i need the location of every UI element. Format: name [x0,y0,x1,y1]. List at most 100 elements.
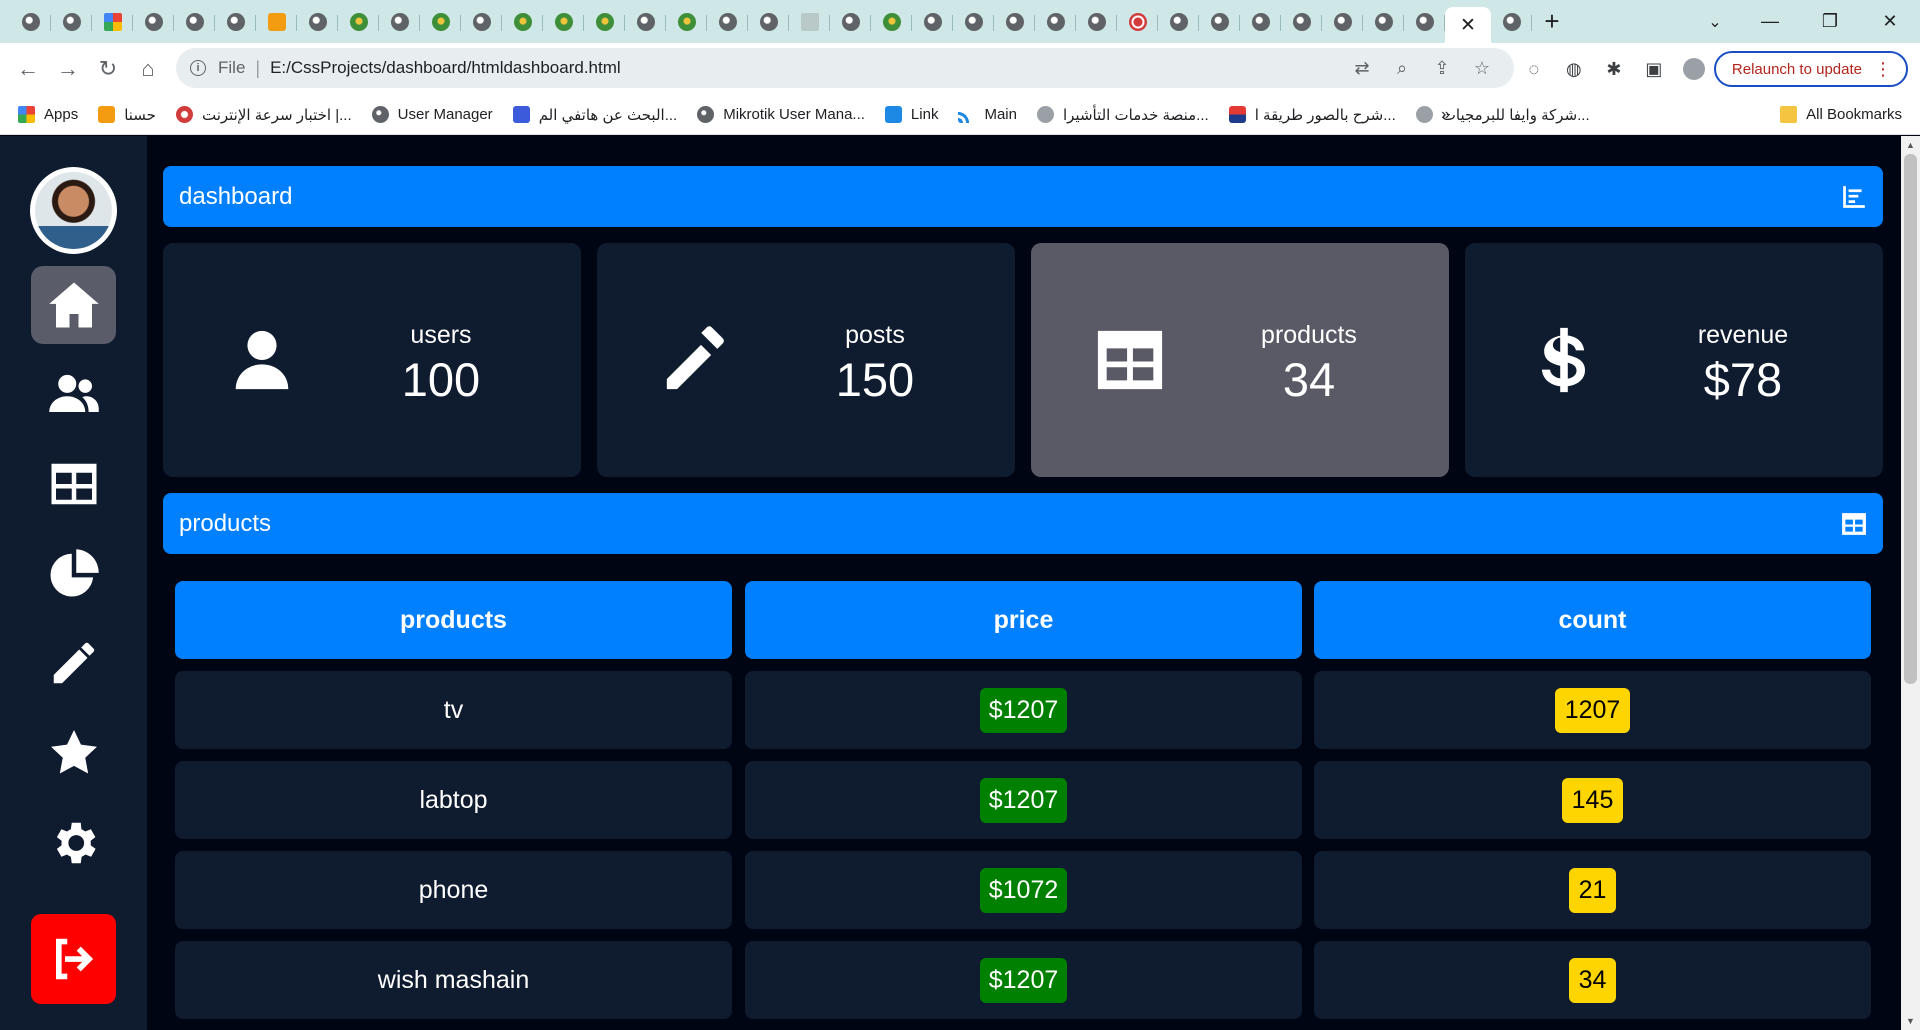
browser-tab[interactable] [1281,7,1322,37]
browser-tab[interactable] [51,7,92,37]
bookmark-star-icon[interactable]: ☆ [1462,58,1502,79]
browser-tab-active[interactable]: ✕ [1445,7,1491,43]
sidebar-item-posts[interactable] [31,624,116,702]
stat-card-posts[interactable]: posts 150 [597,243,1015,477]
browser-tab[interactable] [1240,7,1281,37]
browser-tab[interactable] [994,7,1035,37]
table-icon[interactable] [1841,511,1867,537]
forward-icon[interactable]: → [48,56,88,82]
browser-tab[interactable] [871,7,912,37]
browser-tab[interactable] [830,7,871,37]
translate-icon[interactable]: ⇄ [1342,58,1382,79]
extension-icon[interactable]: ◌ [1514,59,1554,80]
browser-tab[interactable] [543,7,584,37]
table-cell-price: $1207 [745,671,1302,749]
sidebar-item-settings[interactable] [31,804,116,882]
zoom-icon[interactable]: ⌕ [1382,58,1422,79]
more-bookmarks-icon[interactable]: » [1441,106,1450,124]
browser-tab[interactable] [1491,7,1532,37]
back-icon[interactable]: ← [8,56,48,82]
browser-tab[interactable] [707,7,748,37]
dollar-icon [1541,327,1585,393]
browser-tab[interactable] [338,7,379,37]
browser-tab[interactable] [1035,7,1076,37]
profile-avatar[interactable] [1682,58,1705,80]
sidebar-item-users[interactable] [31,355,116,433]
browser-tab[interactable] [584,7,625,37]
scroll-down-icon[interactable]: ▼ [1901,1016,1920,1026]
bookmark-item[interactable]: Link [884,106,938,123]
browser-tab[interactable] [748,7,789,37]
all-bookmarks[interactable]: All Bookmarks [1780,106,1902,123]
browser-tab[interactable] [953,7,994,37]
bookmark-item[interactable]: Apps [18,106,78,123]
extension-icon[interactable]: ◍ [1554,59,1594,80]
ninja-icon [431,12,450,31]
tab-search-icon[interactable]: ⌄ [1690,12,1740,32]
browser-tab[interactable] [1363,7,1404,37]
bookmark-item[interactable]: شرح بالصور طريقة ا... [1228,106,1396,124]
browser-tab[interactable] [215,7,256,37]
sidebar-item-favorites[interactable] [31,714,116,792]
scroll-thumb[interactable] [1904,154,1917,684]
bar-chart-icon[interactable] [1841,184,1867,210]
stat-label: products [1261,321,1357,349]
close-window-icon[interactable]: ✕ [1860,11,1920,32]
browser-tab[interactable] [133,7,174,37]
bookmark-item[interactable]: البحث عن هاتفي الم... [512,106,677,124]
sidebar-item-home[interactable] [31,266,116,344]
browser-tab[interactable] [1322,7,1363,37]
avatar[interactable] [30,167,117,254]
new-tab-button[interactable]: + [1532,6,1572,37]
stat-card-revenue[interactable]: revenue $78 [1465,243,1883,477]
browser-tab[interactable] [461,7,502,37]
minimize-icon[interactable]: — [1740,11,1800,32]
home-icon[interactable]: ⌂ [128,56,168,82]
bookmark-item[interactable]: منصة خدمات التأشيرا... [1036,106,1209,124]
browser-tab[interactable] [625,7,666,37]
apps-icon [18,106,35,123]
reload-icon[interactable]: ↻ [88,56,128,82]
browser-tab[interactable] [1076,7,1117,37]
browser-tab[interactable] [1117,7,1158,37]
stat-card-products[interactable]: products 34 [1031,243,1449,477]
scroll-up-icon[interactable]: ▲ [1901,140,1920,150]
info-icon[interactable]: i [190,60,206,76]
browser-tab[interactable] [502,7,543,37]
bookmark-item[interactable]: Main [958,106,1017,123]
url-text[interactable]: E:/CssProjects/dashboard/htmldashboard.h… [270,58,621,78]
logout-button[interactable] [31,914,116,1004]
browser-tab[interactable] [10,7,51,37]
relaunch-button[interactable]: Relaunch to update ⋮ [1713,51,1908,87]
bookmark-item[interactable]: حسنا [98,106,156,124]
address-bar[interactable]: i File | E:/CssProjects/dashboard/htmlda… [176,48,1514,88]
browser-tab[interactable] [666,7,707,37]
table-cell-product: phone [175,851,732,929]
site-icon [1415,106,1433,123]
browser-tab[interactable] [379,7,420,37]
page-scrollbar[interactable]: ▲ ▼ [1901,136,1920,1030]
bookmark-item[interactable]: Mikrotik User Mana... [697,106,865,123]
browser-tab[interactable] [174,7,215,37]
browser-tab[interactable] [1404,7,1445,37]
side-panel-icon[interactable]: ▣ [1634,59,1674,80]
browser-tab[interactable] [1158,7,1199,37]
stat-card-users[interactable]: users 100 [163,243,581,477]
restore-icon[interactable]: ❐ [1800,11,1860,32]
bookmark-item[interactable]: User Manager [371,106,493,123]
browser-tab[interactable] [297,7,338,37]
close-tab-icon[interactable]: ✕ [1460,14,1476,37]
browser-tab[interactable] [1199,7,1240,37]
browser-tab[interactable] [256,7,297,37]
sidebar-item-charts[interactable] [31,535,116,613]
browser-tab[interactable] [789,7,830,37]
browser-tab[interactable] [92,7,133,37]
bookmark-item[interactable]: اختبار سرعة الإنترنت |... [175,106,352,124]
browser-tab[interactable] [912,7,953,37]
share-icon[interactable]: ⇪ [1422,58,1462,79]
ninja-icon [554,12,573,31]
browser-tab[interactable] [420,7,461,37]
toolbar-right: ◌ ◍ ✱ ▣ Relaunch to update ⋮ [1514,43,1908,95]
sidebar-item-products[interactable] [31,445,116,523]
extensions-puzzle-icon[interactable]: ✱ [1594,59,1634,80]
